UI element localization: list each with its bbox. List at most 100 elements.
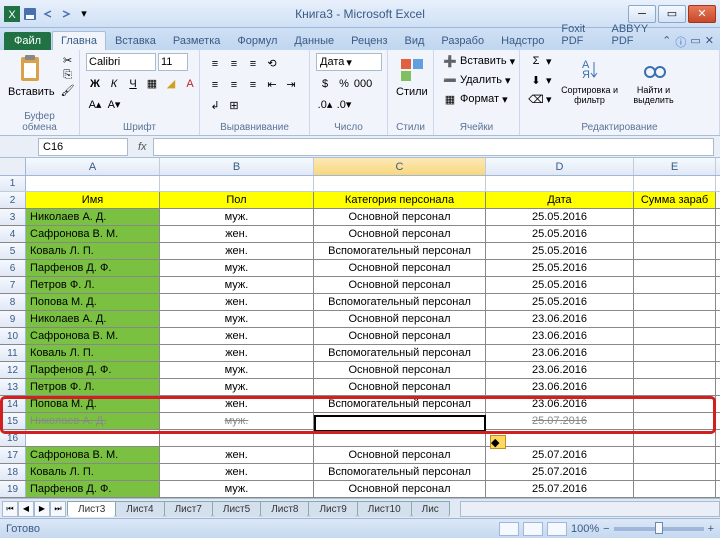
cell[interactable]: Попова М. Д. bbox=[26, 396, 160, 412]
cell[interactable]: жен. bbox=[160, 243, 314, 259]
cell[interactable] bbox=[634, 243, 716, 259]
cell[interactable]: муж. bbox=[160, 260, 314, 276]
cell[interactable] bbox=[634, 464, 716, 480]
cell[interactable]: Вспомогательный персонал bbox=[314, 243, 486, 259]
font-color-button[interactable]: A bbox=[181, 75, 199, 92]
autosum-button[interactable]: Σ▾ bbox=[526, 53, 555, 69]
cell[interactable]: 23.06.2016 bbox=[486, 345, 634, 361]
row-header[interactable]: 2 bbox=[0, 192, 26, 208]
col-header-b[interactable]: B bbox=[160, 158, 314, 175]
cell[interactable]: Основной персонал bbox=[314, 413, 486, 429]
cell[interactable]: Коваль Л. П. bbox=[26, 243, 160, 259]
sheet-tab[interactable]: Лист8 bbox=[260, 501, 309, 517]
cell[interactable]: 23.06.2016 bbox=[486, 396, 634, 412]
cell[interactable]: 25.05.2016 bbox=[486, 260, 634, 276]
cell[interactable]: Сафронова В. М. bbox=[26, 226, 160, 242]
cell[interactable]: 23.06.2016 bbox=[486, 328, 634, 344]
cell[interactable]: 23.06.2016 bbox=[486, 311, 634, 327]
decrease-font-icon[interactable]: A▾ bbox=[105, 96, 123, 113]
increase-font-icon[interactable]: A▴ bbox=[86, 96, 104, 113]
percent-icon[interactable]: % bbox=[335, 75, 353, 92]
tab-insert[interactable]: Вставка bbox=[107, 32, 164, 50]
cell[interactable]: 25.05.2016 bbox=[486, 294, 634, 310]
cell[interactable]: муж. bbox=[160, 209, 314, 225]
zoom-slider[interactable] bbox=[614, 527, 704, 531]
tab-data[interactable]: Данные bbox=[286, 32, 342, 50]
header-cell[interactable]: Дата bbox=[486, 192, 634, 208]
page-break-view-button[interactable] bbox=[547, 522, 567, 536]
sheet-tab[interactable]: Лист7 bbox=[164, 501, 213, 517]
row-header[interactable]: 4 bbox=[0, 226, 26, 242]
cell[interactable]: Николаев А. Д. bbox=[26, 209, 160, 225]
fx-icon[interactable]: fx bbox=[132, 141, 153, 153]
cell[interactable] bbox=[634, 226, 716, 242]
format-cells-button[interactable]: ▦Формат ▾ bbox=[440, 91, 518, 107]
cell[interactable]: жен. bbox=[160, 328, 314, 344]
cell[interactable]: 25.05.2016 bbox=[486, 209, 634, 225]
row-header[interactable]: 17 bbox=[0, 447, 26, 463]
font-name-select[interactable] bbox=[86, 53, 156, 71]
cell[interactable]: Парфенов Д. Ф. bbox=[26, 362, 160, 378]
minimize-ribbon-icon[interactable]: ⌃ bbox=[662, 34, 671, 50]
cell[interactable]: Основной персонал bbox=[314, 311, 486, 327]
wrap-text-icon[interactable]: ↲ bbox=[206, 97, 224, 114]
tab-addon[interactable]: Надстро bbox=[493, 32, 552, 50]
find-button[interactable]: Найти и выделить bbox=[625, 53, 683, 108]
cell[interactable] bbox=[634, 379, 716, 395]
cell[interactable]: жен. bbox=[160, 226, 314, 242]
row-header[interactable]: 8 bbox=[0, 294, 26, 310]
sheet-nav-prev[interactable]: ◀ bbox=[18, 501, 34, 517]
cell[interactable]: муж. bbox=[160, 379, 314, 395]
cell[interactable]: Основной персонал bbox=[314, 260, 486, 276]
cell[interactable]: 25.07.2016 bbox=[486, 413, 634, 429]
cell[interactable]: Попова М. Д. bbox=[26, 294, 160, 310]
formula-input[interactable] bbox=[153, 138, 714, 156]
tab-abbyy[interactable]: ABBYY PDF bbox=[603, 20, 661, 50]
row-header[interactable]: 5 bbox=[0, 243, 26, 259]
insert-cells-button[interactable]: ➕Вставить ▾ bbox=[440, 53, 518, 69]
cell[interactable]: жен. bbox=[160, 294, 314, 310]
align-right-icon[interactable]: ≡ bbox=[244, 76, 262, 93]
row-header[interactable]: 11 bbox=[0, 345, 26, 361]
align-mid-icon[interactable]: ≡ bbox=[225, 55, 243, 72]
row-header[interactable]: 1 bbox=[0, 176, 26, 191]
cell[interactable]: Коваль Л. П. bbox=[26, 345, 160, 361]
zoom-out-button[interactable]: − bbox=[603, 523, 609, 535]
cell[interactable]: Николаев А. Д. bbox=[26, 413, 160, 429]
sheet-tab[interactable]: Лист3 bbox=[67, 501, 116, 517]
ribbon-min-icon[interactable]: ▭ bbox=[690, 34, 700, 50]
cell[interactable]: 25.07.2016 bbox=[486, 464, 634, 480]
cell[interactable]: муж. bbox=[160, 481, 314, 497]
ribbon-close-icon[interactable]: ✕ bbox=[705, 34, 714, 50]
cell[interactable]: Основной персонал bbox=[314, 481, 486, 497]
header-cell[interactable]: Имя bbox=[26, 192, 160, 208]
fill-color-button[interactable]: ◢ bbox=[162, 75, 180, 92]
align-top-icon[interactable]: ≡ bbox=[206, 55, 224, 72]
tab-foxit[interactable]: Foxit PDF bbox=[553, 20, 602, 50]
tab-layout[interactable]: Разметка bbox=[165, 32, 229, 50]
cell[interactable]: Николаев А. Д. bbox=[26, 311, 160, 327]
orientation-icon[interactable]: ⟲ bbox=[263, 55, 281, 72]
row-header[interactable]: 19 bbox=[0, 481, 26, 497]
cell[interactable]: 25.05.2016 bbox=[486, 277, 634, 293]
underline-button[interactable]: Ч bbox=[124, 75, 142, 92]
cell[interactable]: Парфенов Д. Ф. bbox=[26, 260, 160, 276]
cell[interactable]: Основной персонал bbox=[314, 379, 486, 395]
cell[interactable]: Основной персонал bbox=[314, 226, 486, 242]
cell[interactable] bbox=[634, 328, 716, 344]
select-all-corner[interactable] bbox=[0, 158, 26, 175]
cell[interactable] bbox=[634, 311, 716, 327]
header-cell[interactable]: Сумма зараб bbox=[634, 192, 716, 208]
maximize-button[interactable]: ▭ bbox=[658, 5, 686, 23]
cell[interactable]: Основной персонал bbox=[314, 447, 486, 463]
zoom-in-button[interactable]: + bbox=[708, 523, 714, 535]
currency-icon[interactable]: $ bbox=[316, 75, 334, 92]
cell[interactable]: Сафронова В. М. bbox=[26, 447, 160, 463]
col-header-c[interactable]: C bbox=[314, 158, 486, 175]
align-left-icon[interactable]: ≡ bbox=[206, 76, 224, 93]
cell[interactable] bbox=[634, 294, 716, 310]
qat-dropdown-icon[interactable]: ▾ bbox=[76, 6, 92, 22]
cell[interactable]: жен. bbox=[160, 464, 314, 480]
cell[interactable]: Основной персонал bbox=[314, 362, 486, 378]
cell[interactable] bbox=[634, 362, 716, 378]
